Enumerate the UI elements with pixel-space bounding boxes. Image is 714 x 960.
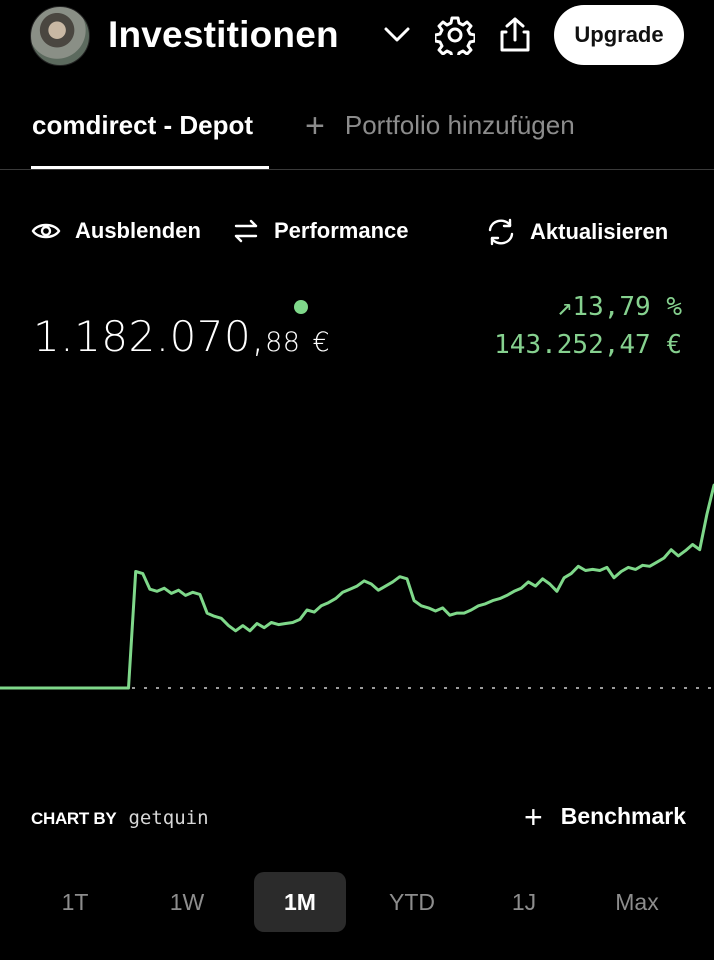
portfolio-value-cents: 88 xyxy=(265,327,301,358)
chevron-down-icon[interactable] xyxy=(376,14,418,56)
active-tab-indicator xyxy=(31,166,269,169)
performance-chart[interactable] xyxy=(0,470,714,720)
page-title[interactable]: Investitionen xyxy=(108,14,339,56)
chart-credit: CHART BY getquin xyxy=(31,807,209,829)
refresh-icon xyxy=(488,218,514,246)
add-portfolio-label: Portfolio hinzufügen xyxy=(344,110,575,140)
range-ytd[interactable]: YTD xyxy=(366,872,458,932)
refresh-button[interactable]: Aktualisieren xyxy=(486,218,668,246)
hide-button[interactable]: Ausblenden xyxy=(31,218,201,244)
share-icon[interactable] xyxy=(494,14,536,56)
range-selector: 1T 1W 1M YTD 1J Max xyxy=(0,872,714,932)
avatar[interactable] xyxy=(30,6,90,66)
range-1j[interactable]: 1J xyxy=(478,872,570,932)
range-1t[interactable]: 1T xyxy=(29,872,121,932)
hide-label: Ausblenden xyxy=(75,218,201,243)
benchmark-label: Benchmark xyxy=(560,803,686,829)
portfolio-gain: ↗13,79 % 143.252,47 € xyxy=(494,288,682,364)
upgrade-button[interactable]: Upgrade xyxy=(554,5,684,65)
eye-icon xyxy=(31,223,61,239)
tab-comdirect-depot[interactable]: comdirect - Depot xyxy=(32,110,253,141)
refresh-label: Aktualisieren xyxy=(530,219,669,244)
portfolio-currency: € xyxy=(312,327,331,358)
swap-arrows-icon xyxy=(234,219,258,243)
chart-series-line xyxy=(0,483,714,690)
gain-amount: 143.252,47 € xyxy=(494,330,682,360)
chart-by-label: CHART BY xyxy=(31,809,117,828)
benchmark-button[interactable]: + Benchmark xyxy=(524,798,686,835)
portfolio-tabs: comdirect - Depot + Portfolio hinzufügen xyxy=(0,96,714,170)
performance-button[interactable]: Performance xyxy=(232,218,409,244)
range-1m[interactable]: 1M xyxy=(254,872,346,932)
getquin-brand: getquin xyxy=(128,807,209,829)
gear-icon[interactable] xyxy=(434,14,476,56)
live-status-dot xyxy=(294,300,308,314)
range-max[interactable]: Max xyxy=(591,872,683,932)
performance-label: Performance xyxy=(274,218,409,243)
portfolio-value-main: 1.182.070, xyxy=(33,312,266,361)
header: Investitionen Upgrade xyxy=(0,0,714,72)
plus-icon: + xyxy=(305,106,325,145)
gain-percent: ↗13,79 % xyxy=(556,292,682,322)
portfolio-value: 1.182.070,88 € xyxy=(33,312,330,361)
add-portfolio-tab[interactable]: + Portfolio hinzufügen xyxy=(305,106,575,145)
actions-row: Ausblenden Performance Aktualisieren xyxy=(0,218,714,254)
range-1w[interactable]: 1W xyxy=(141,872,233,932)
plus-icon: + xyxy=(524,798,543,835)
